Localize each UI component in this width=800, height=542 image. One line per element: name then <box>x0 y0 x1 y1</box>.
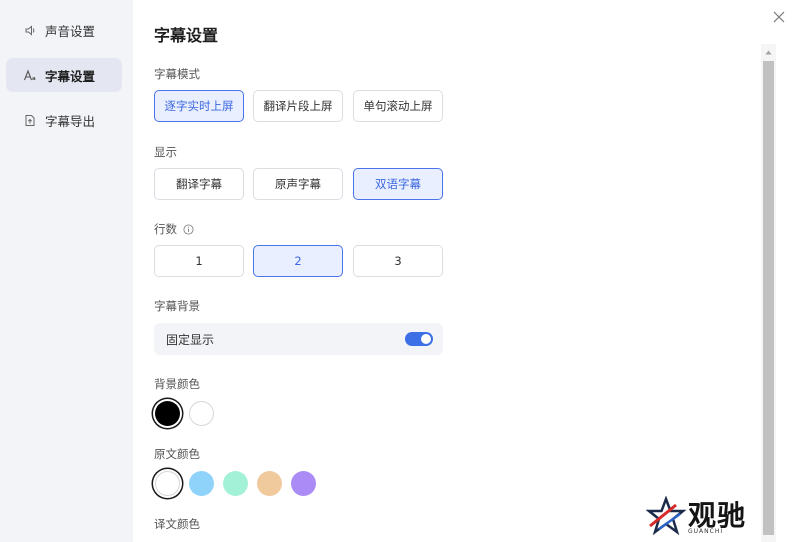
mode-option-sentence-scroll[interactable]: 单句滚动上屏 <box>353 90 443 122</box>
sidebar-item-subtitle-settings[interactable]: a 字幕设置 <box>6 58 122 92</box>
display-option-original[interactable]: 原声字幕 <box>253 168 343 200</box>
page-title: 字幕设置 <box>154 26 219 45</box>
display-option-bilingual[interactable]: 双语字幕 <box>353 168 443 200</box>
scroll-thumb[interactable] <box>763 61 774 535</box>
toggle-knob <box>421 334 431 344</box>
watermark-logo: 观驰 GUANCHI <box>646 494 758 538</box>
fixed-display-label: 固定显示 <box>166 332 215 347</box>
svg-text:a: a <box>32 76 36 82</box>
source-color-swatch-blue[interactable] <box>189 471 214 496</box>
mode-option-word-realtime[interactable]: 逐字实时上屏 <box>154 90 244 122</box>
star-logo-icon <box>646 496 686 536</box>
line-count-option-2[interactable]: 2 <box>253 245 343 277</box>
watermark-subtext: GUANCHI <box>688 528 724 535</box>
display-option-translation[interactable]: 翻译字幕 <box>154 168 244 200</box>
source-color-swatch-purple[interactable] <box>291 471 316 496</box>
sidebar-item-label: 字幕导出 <box>45 113 96 129</box>
close-icon <box>773 11 785 23</box>
line-count-option-1[interactable]: 1 <box>154 245 244 277</box>
line-count-option-3[interactable]: 3 <box>353 245 443 277</box>
sidebar-item-label: 声音设置 <box>45 23 96 39</box>
sidebar-item-label: 字幕设置 <box>45 68 96 84</box>
source-text-color-label: 原文颜色 <box>154 447 200 461</box>
subtitle-mode-label: 字幕模式 <box>154 67 200 81</box>
fixed-display-toggle[interactable] <box>405 332 433 346</box>
text-style-icon: a <box>23 68 37 82</box>
arrow-up-icon <box>765 50 772 54</box>
mode-option-translation-segment[interactable]: 翻译片段上屏 <box>253 90 343 122</box>
translation-color-label: 译文颜色 <box>154 517 200 531</box>
display-label: 显示 <box>154 145 177 159</box>
subtitle-background-label: 字幕背景 <box>154 299 200 313</box>
sidebar-item-sound-settings[interactable]: 声音设置 <box>6 13 122 47</box>
sidebar-item-subtitle-export[interactable]: 字幕导出 <box>6 103 122 137</box>
fixed-display-row: 固定显示 <box>154 323 443 355</box>
export-icon <box>23 113 37 127</box>
scroll-up-arrow[interactable] <box>761 44 776 60</box>
bg-color-swatch-white[interactable] <box>189 401 214 426</box>
speaker-icon <box>23 23 37 37</box>
line-count-label: 行数 <box>154 221 194 237</box>
close-button[interactable] <box>770 8 788 26</box>
info-icon[interactable] <box>183 223 194 235</box>
background-color-label: 背景颜色 <box>154 377 200 391</box>
scrollbar[interactable] <box>761 44 776 542</box>
line-count-label-text: 行数 <box>154 222 177 236</box>
bg-color-swatch-black[interactable] <box>155 401 180 426</box>
source-color-swatch-peach[interactable] <box>257 471 282 496</box>
settings-panel: 字幕设置 字幕模式 逐字实时上屏 翻译片段上屏 单句滚动上屏 显示 翻译字幕 原… <box>133 0 763 542</box>
source-color-swatch-white[interactable] <box>155 471 180 496</box>
sidebar: 声音设置 a 字幕设置 字幕导出 <box>0 0 133 542</box>
source-color-swatch-mint[interactable] <box>223 471 248 496</box>
